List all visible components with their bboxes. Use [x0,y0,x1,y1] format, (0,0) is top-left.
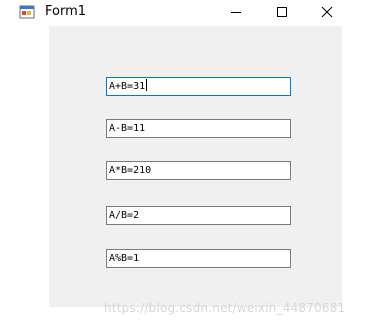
sum-value: A+B=31 [109,81,146,92]
title-bar[interactable]: Form1 [0,0,383,24]
sum-textbox[interactable]: A+B=31 [106,77,291,96]
difference-value: A-B=11 [109,123,146,134]
winforms-app-icon [19,5,35,19]
watermark-text: https://blog.csdn.net/weixin_44870681 [104,301,346,315]
maximize-icon [277,7,287,17]
minimize-button[interactable] [213,0,259,24]
product-textbox[interactable]: A*B=210 [106,161,291,180]
modulo-value: A%B=1 [109,253,140,264]
close-button[interactable] [304,0,350,24]
difference-textbox[interactable]: A-B=11 [106,119,291,138]
text-caret [146,79,148,91]
product-value: A*B=210 [109,165,152,176]
minimize-icon [231,12,241,13]
quotient-value: A/B=2 [109,210,140,221]
close-icon [321,6,333,18]
maximize-button[interactable] [259,0,305,24]
quotient-textbox[interactable]: A/B=2 [106,206,291,225]
window-title: Form1 [45,4,87,19]
modulo-textbox[interactable]: A%B=1 [106,249,291,268]
form1-window: Form1 A+B=31 A-B=11 A*B=210 A/B=2 A%B=1 … [0,0,383,327]
